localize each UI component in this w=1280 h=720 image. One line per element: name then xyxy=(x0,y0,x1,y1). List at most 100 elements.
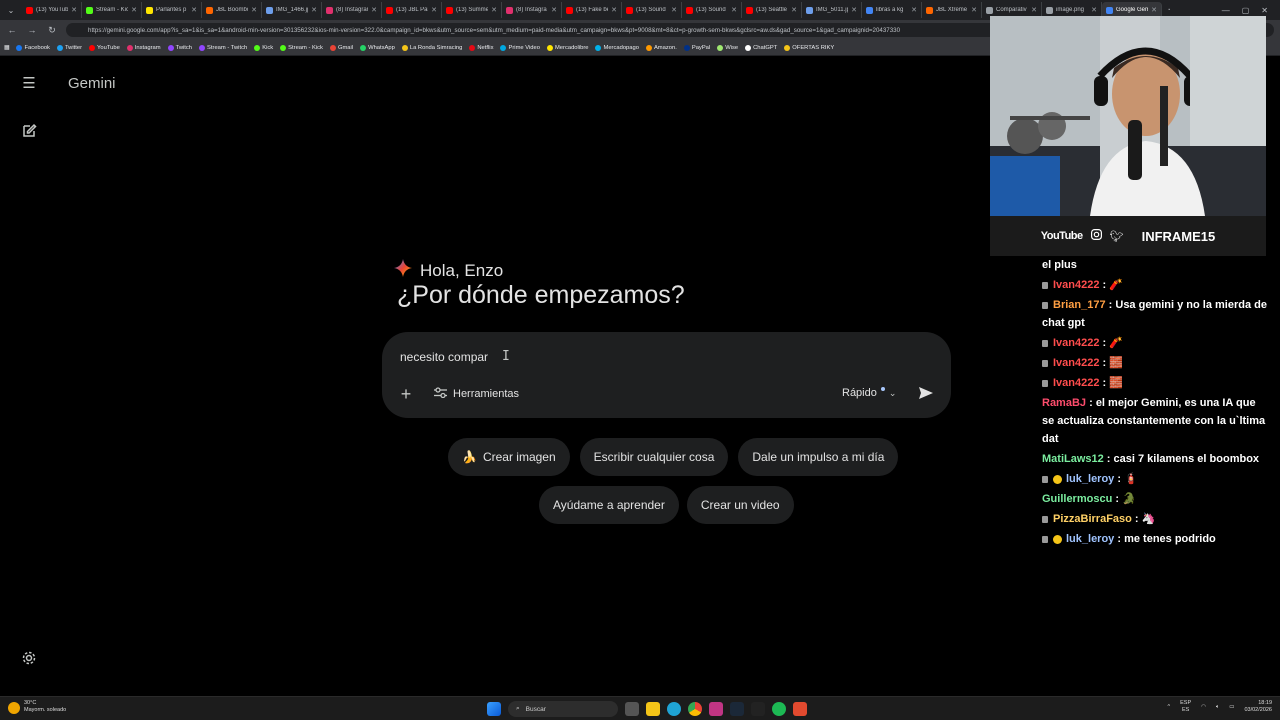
tab-close-icon[interactable]: ✕ xyxy=(1091,6,1097,14)
back-icon[interactable]: ← xyxy=(6,25,18,35)
bookmark-item[interactable]: Mercadopago xyxy=(595,44,639,51)
bookmark-item[interactable]: PayPal xyxy=(683,44,710,51)
streaming-app-icon[interactable] xyxy=(793,702,807,716)
tab-close-icon[interactable]: ✕ xyxy=(911,6,917,14)
task-view-icon[interactable] xyxy=(625,702,639,716)
tab-close-icon[interactable]: ✕ xyxy=(371,6,377,14)
bookmark-item[interactable]: Netflix xyxy=(469,44,493,51)
tab-label: libras a kg xyxy=(876,7,904,13)
browser-tab[interactable]: libras a kg ✕ xyxy=(862,2,922,18)
tab-close-icon[interactable]: ✕ xyxy=(491,6,497,14)
browser-tab[interactable]: JBL Xtreme ✕ xyxy=(922,2,982,18)
send-button[interactable] xyxy=(918,386,936,402)
tab-close-icon[interactable]: ✕ xyxy=(191,6,197,14)
reload-icon[interactable]: ↻ xyxy=(46,25,58,36)
browser-tab[interactable]: (13) Seattle ✕ xyxy=(742,2,802,18)
menu-icon[interactable]: ☰ xyxy=(20,76,38,92)
browser-tab[interactable]: IMG_1466.jp ✕ xyxy=(262,2,322,18)
wifi-icon[interactable]: ◠ xyxy=(1201,704,1206,710)
bookmark-item[interactable]: Instagram xyxy=(126,44,161,51)
prompt-box[interactable]: necesito compar I + Herramientas Rápido … xyxy=(382,332,951,418)
weather-widget[interactable]: 30°C Mayorm. soleado xyxy=(24,700,66,714)
bookmark-item[interactable]: WhatsApp xyxy=(360,44,395,51)
suggestion-chip[interactable]: Ayúdame a aprender xyxy=(539,486,679,524)
suggestion-chip[interactable]: Dale un impulso a mi día xyxy=(738,438,899,476)
tab-close-icon[interactable]: ✕ xyxy=(1151,6,1157,14)
browser-tab[interactable]: (13) Sound ✕ xyxy=(622,2,682,18)
bookmark-item[interactable]: OFERTAS RIKY xyxy=(784,44,834,51)
bookmark-item[interactable]: Mercadolibre xyxy=(546,44,588,51)
chrome-icon[interactable] xyxy=(688,702,702,716)
instagram-app-icon[interactable] xyxy=(709,702,723,716)
tab-close-icon[interactable]: ✕ xyxy=(311,6,317,14)
tab-close-icon[interactable]: ✕ xyxy=(131,6,137,14)
browser-tab[interactable]: (13) Fake be ✕ xyxy=(562,2,622,18)
browser-tab[interactable]: (13) JBL Par ✕ xyxy=(382,2,442,18)
forward-icon[interactable]: → xyxy=(26,25,38,35)
tray-chevron-icon[interactable]: ^ xyxy=(1168,704,1171,710)
tools-button[interactable]: Herramientas xyxy=(434,387,519,401)
bookmark-item[interactable]: Facebook xyxy=(16,44,50,51)
add-file-button[interactable]: + xyxy=(398,385,414,403)
tab-close-icon[interactable]: ✕ xyxy=(611,6,617,14)
bookmark-item[interactable]: Stream - Twitch xyxy=(199,44,247,51)
tab-close-icon[interactable]: ✕ xyxy=(551,6,557,14)
close-window-icon[interactable]: ✕ xyxy=(1261,6,1268,15)
tab-close-icon[interactable]: ✕ xyxy=(671,6,677,14)
bookmark-item[interactable]: Kick xyxy=(254,44,273,51)
bookmark-item[interactable]: YouTube xyxy=(89,44,120,51)
mode-selector[interactable]: Rápido ⌄ xyxy=(842,387,896,399)
tab-close-icon[interactable]: ✕ xyxy=(731,6,737,14)
prompt-input[interactable]: necesito compar xyxy=(400,350,488,364)
weather-sun-icon[interactable] xyxy=(8,702,20,714)
suggestion-chip[interactable]: Crear un video xyxy=(686,486,794,524)
bookmark-item[interactable]: La Ronda Simracing xyxy=(401,44,462,51)
tab-close-icon[interactable]: ✕ xyxy=(851,6,857,14)
edge-icon[interactable] xyxy=(667,702,681,716)
browser-tab[interactable]: (8) Instagram ✕ xyxy=(322,2,382,18)
bookmark-item[interactable]: Wise xyxy=(717,44,738,51)
volume-icon[interactable]: 🔈︎ xyxy=(1216,704,1219,711)
maximize-icon[interactable]: ▢ xyxy=(1242,6,1250,15)
browser-tab[interactable]: Parlantes p ✕ xyxy=(142,2,202,18)
clock[interactable]: 18:19 03/02/2026 xyxy=(1244,700,1272,714)
bookmark-item[interactable]: Stream - Kick xyxy=(280,44,323,51)
tab-close-icon[interactable]: ✕ xyxy=(971,6,977,14)
tab-close-icon[interactable]: ✕ xyxy=(791,6,797,14)
chat-message: RamaBJ : el mejor Gemini, es una IA que … xyxy=(1042,394,1270,448)
bookmark-item[interactable]: Prime Video xyxy=(500,44,540,51)
steam-icon[interactable] xyxy=(730,702,744,716)
spotify-icon[interactable] xyxy=(772,702,786,716)
tab-favicon-icon xyxy=(806,6,813,14)
windows-start-icon[interactable] xyxy=(487,702,501,716)
bookmark-item[interactable]: Twitch xyxy=(167,44,192,51)
file-explorer-icon[interactable] xyxy=(646,702,660,716)
tab-close-icon[interactable]: ✕ xyxy=(71,6,77,14)
battery-icon[interactable]: ▭ xyxy=(1229,704,1234,710)
apps-icon[interactable]: ▦ xyxy=(4,45,9,51)
minimize-icon[interactable]: — xyxy=(1222,6,1230,15)
browser-tab[interactable]: (8) Instagra ✕ xyxy=(502,2,562,18)
tab-search-icon[interactable]: ⌄ xyxy=(0,6,22,15)
suggestion-chip[interactable]: 🍌 Crear imagen xyxy=(448,438,570,476)
tab-close-icon[interactable]: ✕ xyxy=(431,6,437,14)
settings-icon[interactable] xyxy=(21,650,37,666)
browser-tab[interactable]: JBL Boombo ✕ xyxy=(202,2,262,18)
bookmark-item[interactable]: Twitter xyxy=(56,44,82,51)
bookmark-item[interactable]: Gmail xyxy=(329,44,353,51)
taskbar-search[interactable]: ⌕ Buscar xyxy=(508,701,618,717)
browser-tab[interactable]: (13) Sound ✕ xyxy=(682,2,742,18)
browser-tab[interactable]: (13) Summe ✕ xyxy=(442,2,502,18)
tab-close-icon[interactable]: ✕ xyxy=(251,6,257,14)
browser-tab[interactable]: (13) YouTube✕ xyxy=(22,2,82,18)
tab-close-icon[interactable]: ✕ xyxy=(1031,6,1037,14)
bookmark-item[interactable]: Amazon. xyxy=(645,44,677,51)
suggestion-chip[interactable]: Escribir cualquier cosa xyxy=(579,438,729,476)
new-chat-icon[interactable] xyxy=(21,123,37,139)
chat-message: Brian_177 : Usa gemini y no la mierda de… xyxy=(1042,296,1270,332)
bookmark-item[interactable]: ChatGPT xyxy=(745,44,777,51)
capcut-icon[interactable] xyxy=(751,702,765,716)
browser-tab[interactable]: Stream - Kick✕ xyxy=(82,2,142,18)
language-indicator[interactable]: ESP ES xyxy=(1180,700,1191,714)
browser-tab[interactable]: IMG_5011.jp ✕ xyxy=(802,2,862,18)
